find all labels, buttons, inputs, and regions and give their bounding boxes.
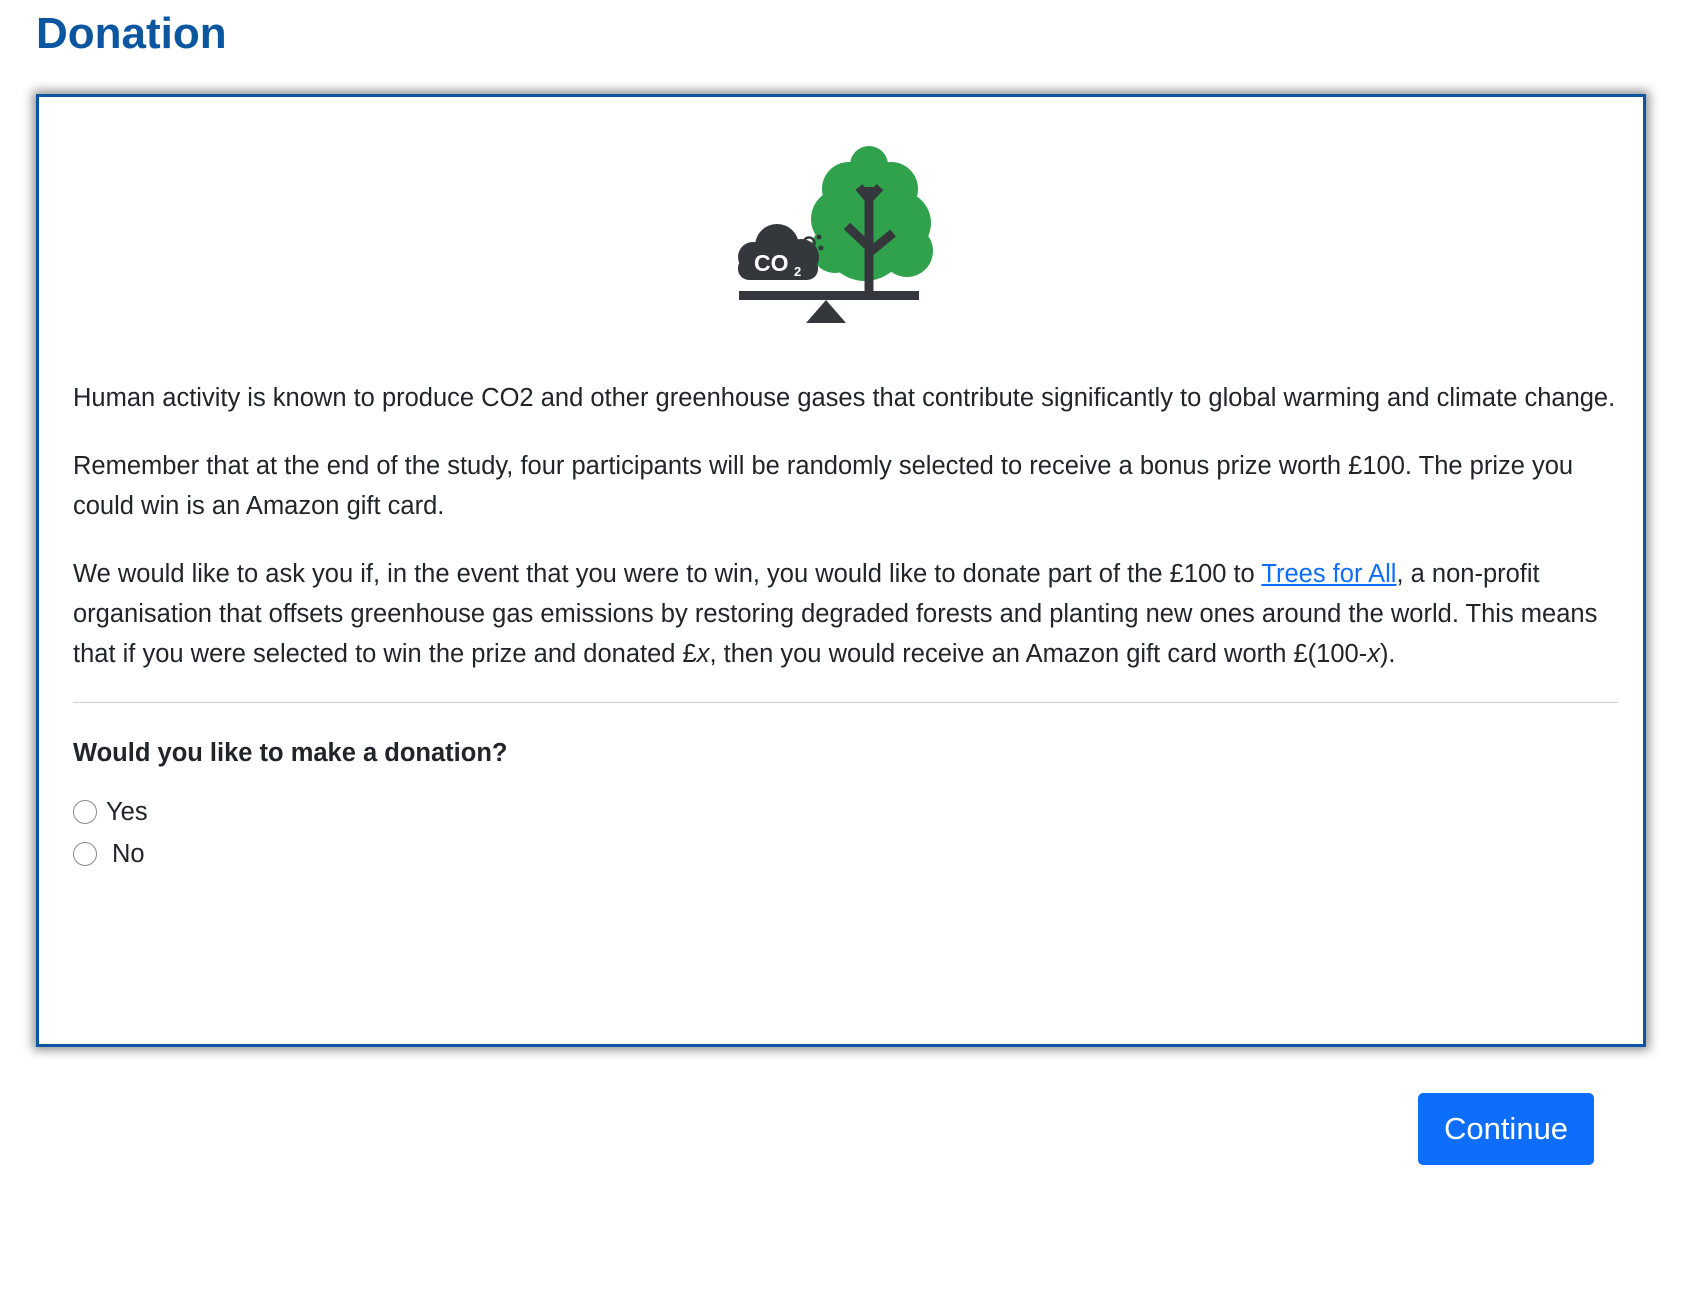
intro-paragraph: Human activity is known to produce CO2 a…: [73, 384, 1616, 412]
option-no[interactable]: No: [73, 833, 1618, 875]
donation-text-gift: , then you would receive an Amazon gift …: [709, 640, 1368, 668]
yes-label[interactable]: Yes: [106, 798, 148, 827]
co2-tree-balance-icon: CO 2: [738, 146, 933, 323]
prize-paragraph: Remember that at the end of the study, f…: [73, 452, 1574, 520]
donation-paragraph: We would like to ask you if, in the even…: [73, 554, 1618, 674]
donation-text-end: ).: [1379, 640, 1396, 668]
donation-question: Would you like to make a donation?: [73, 739, 508, 767]
divider: [73, 702, 1618, 703]
donation-card: CO 2 Human activity is known to produce …: [36, 94, 1646, 1047]
trees-for-all-link[interactable]: Trees for All: [1261, 560, 1396, 588]
co2-label: CO: [754, 250, 789, 276]
co2-subscript: 2: [794, 264, 801, 279]
variable-x: x: [696, 640, 710, 668]
yes-radio[interactable]: [73, 800, 97, 824]
donation-text-start: We would like to ask you if, in the even…: [73, 560, 1262, 588]
option-yes[interactable]: Yes: [73, 791, 1618, 833]
donation-content: Human activity is known to produce CO2 a…: [73, 378, 1618, 875]
no-radio[interactable]: [73, 842, 97, 866]
continue-button[interactable]: Continue: [1418, 1093, 1594, 1165]
page-title: Donation: [36, 9, 227, 58]
no-label[interactable]: No: [112, 840, 145, 869]
variable-x: x: [1367, 640, 1380, 668]
